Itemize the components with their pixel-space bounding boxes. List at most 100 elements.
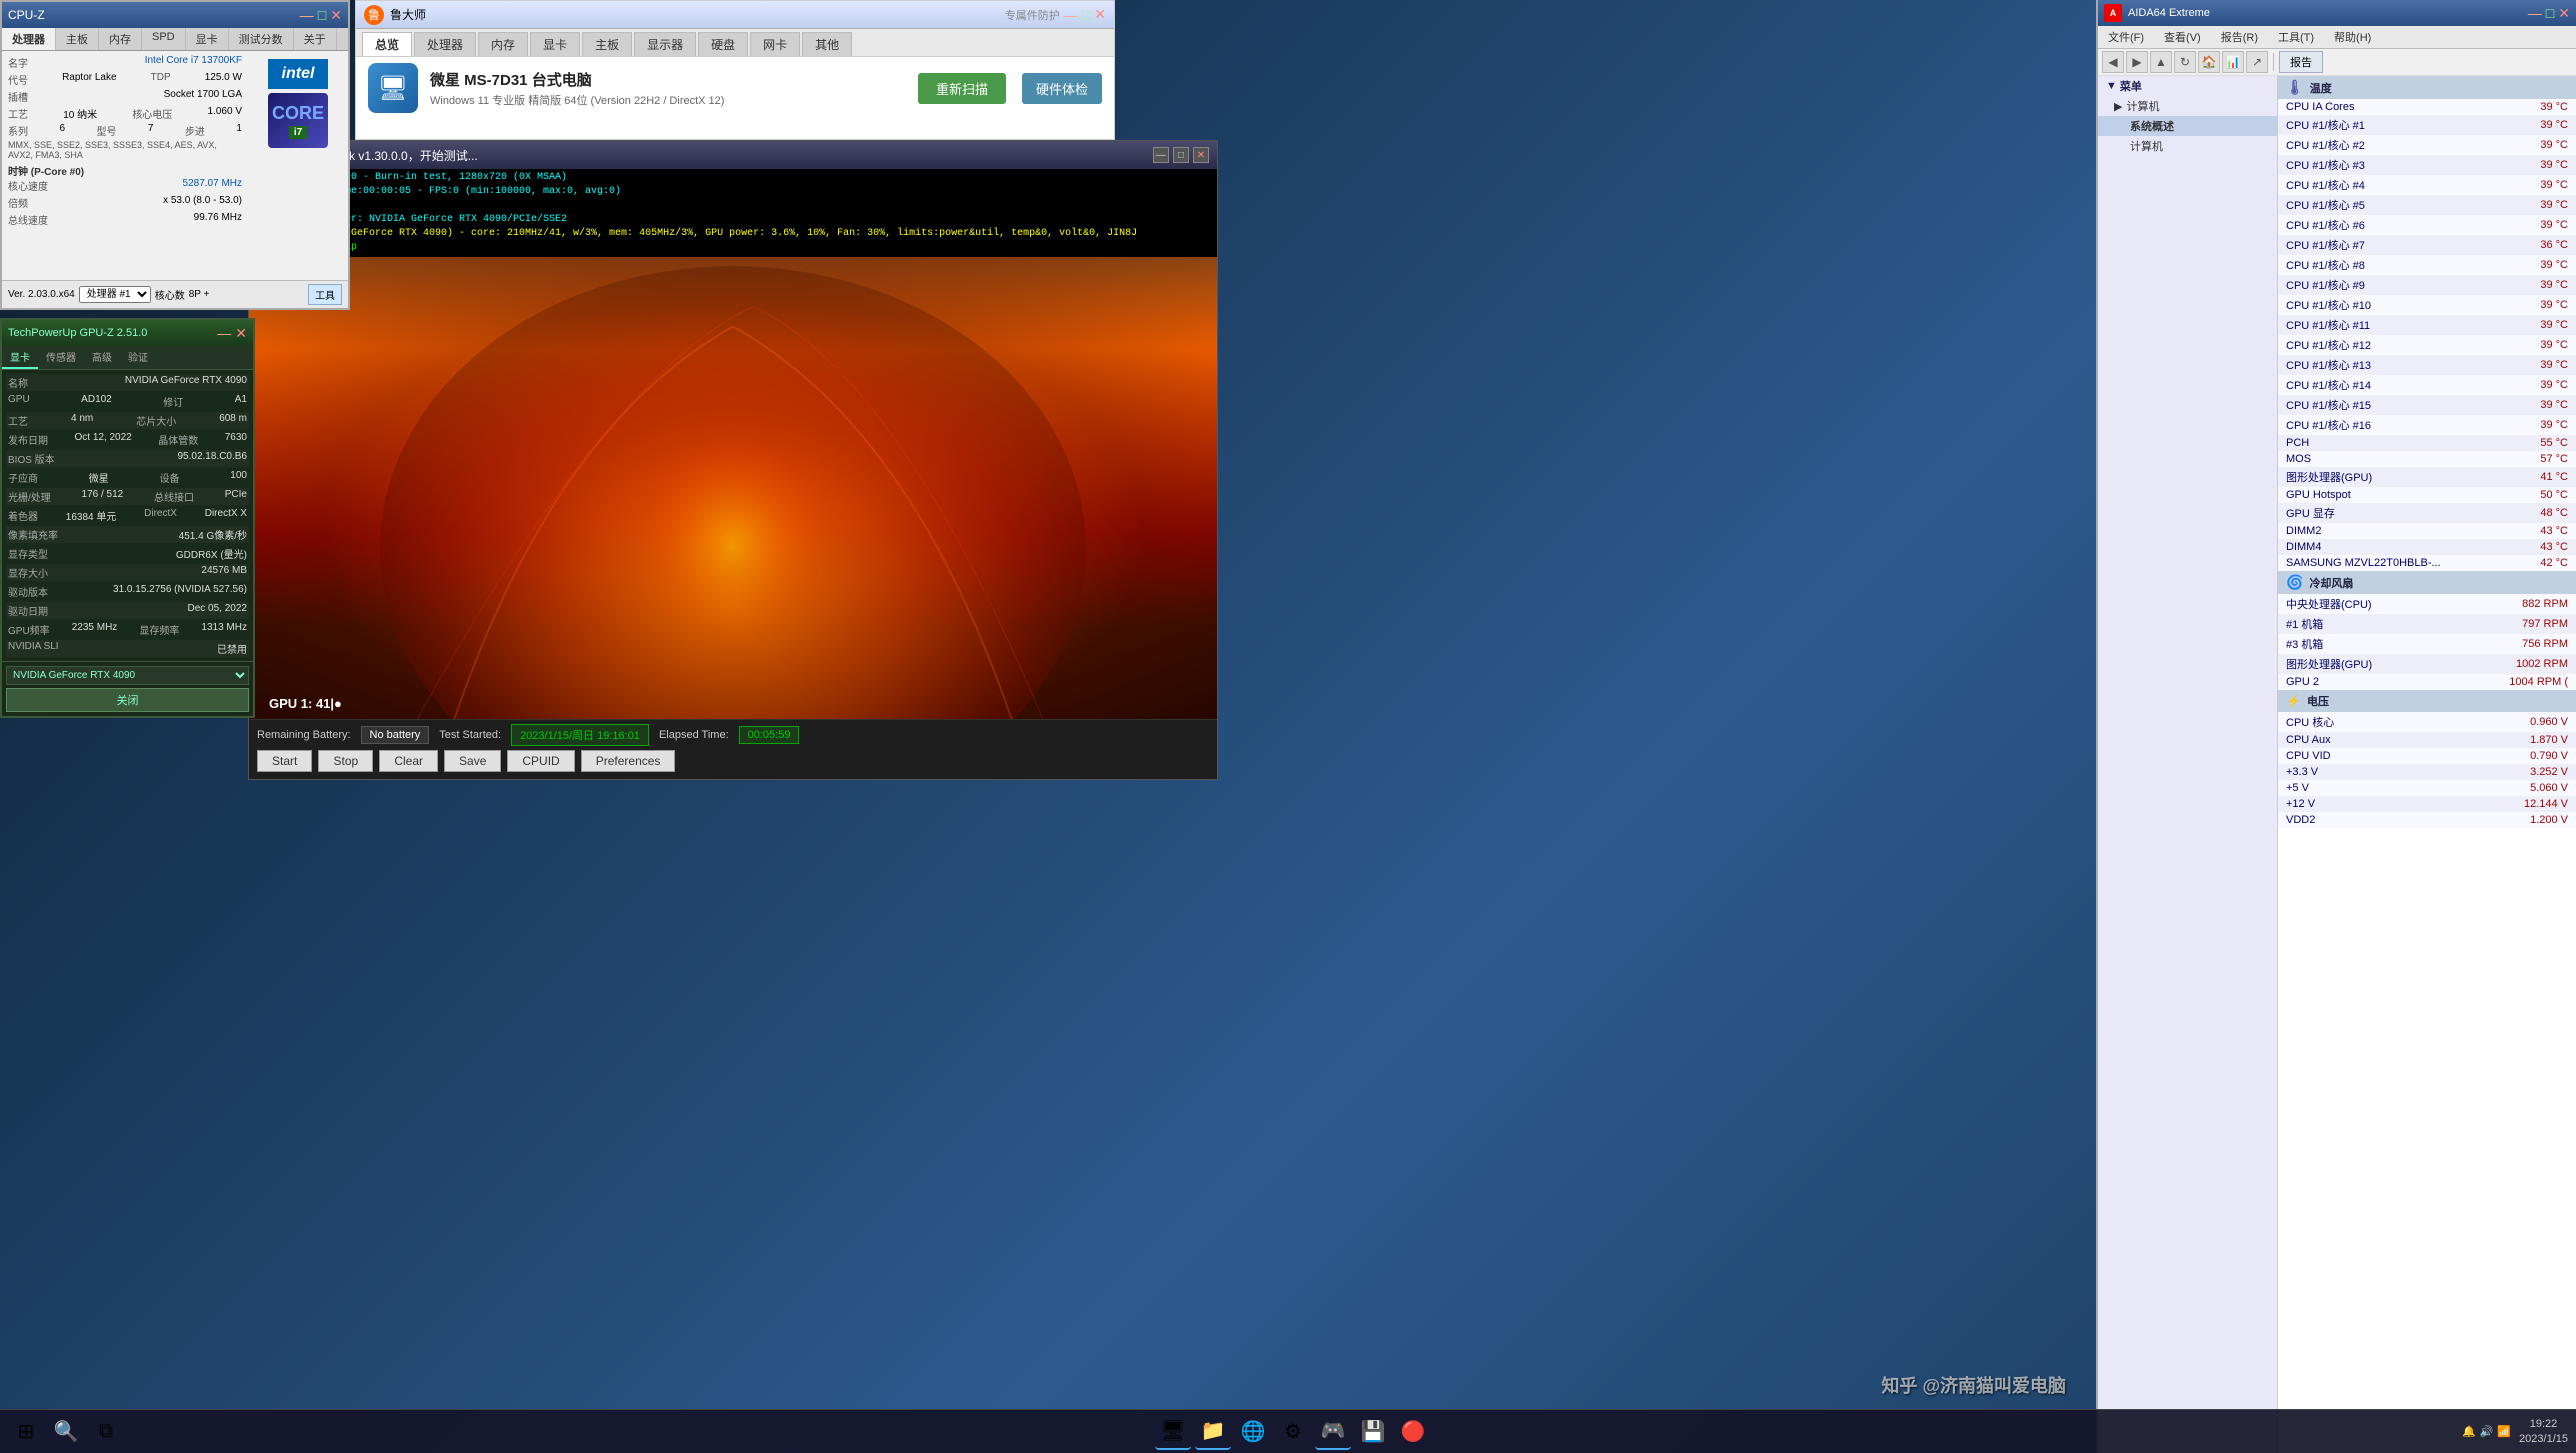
aida64-temp-label: SAMSUNG MZVL22T0HBLB-...	[2278, 555, 2515, 571]
aida64-sidebar-sysoverview[interactable]: 系统概述	[2098, 116, 2277, 136]
lumaster-window: 鲁 鲁大师 专属件防护 — □ ✕ 总览 处理器 内存 显卡 主板 显示器 硬盘…	[355, 0, 1115, 140]
lumaster-tab-cpu[interactable]: 处理器	[414, 32, 476, 56]
gpuz-close-btn[interactable]: ✕	[235, 325, 247, 342]
cpuz-busspeed-label: 总线速度	[8, 212, 48, 227]
gpuz-release-label: 发布日期	[8, 432, 48, 447]
aida64-menu-help[interactable]: 帮助(H)	[2324, 26, 2381, 48]
gpuz-tab-validate[interactable]: 验证	[120, 346, 156, 369]
cpuz-corecount-label: 核心数	[155, 287, 185, 302]
cpuz-tab-about[interactable]: 关于	[294, 28, 337, 50]
cpuz-tab-spd[interactable]: SPD	[142, 28, 186, 50]
taskbar-app-desktop[interactable]: 🖥	[1155, 1414, 1191, 1450]
aida64-home-btn[interactable]: 🏠	[2198, 51, 2220, 73]
lumaster-logo-icon: 鲁	[364, 5, 384, 25]
taskbar-app-game[interactable]: 🎮	[1315, 1414, 1351, 1450]
furmark-start-button[interactable]: Start	[257, 750, 312, 772]
taskbar-clock[interactable]: 19:22 2023/1/15	[2519, 1417, 2568, 1446]
aida64-export-btn[interactable]: ↗	[2246, 51, 2268, 73]
aida64-sidebar-computer[interactable]: ▶ 计算机	[2098, 96, 2277, 116]
aida64-voltage-value: 5.060 V	[2432, 780, 2576, 796]
taskbar-start-button[interactable]: ⊞	[8, 1414, 44, 1450]
aida64-menu-file[interactable]: 文件(F)	[2098, 26, 2154, 48]
gpuz-directx-label: DirectX	[144, 508, 177, 523]
lumaster-rescan-button[interactable]: 重新扫描	[918, 73, 1006, 104]
lumaster-tab-storage[interactable]: 硬盘	[698, 32, 748, 56]
gpuz-tab-advanced[interactable]: 高级	[84, 346, 120, 369]
lumaster-close-btn[interactable]: ✕	[1094, 6, 1106, 23]
aida64-minimize-btn[interactable]: —	[2528, 5, 2542, 22]
cpuz-close-btn[interactable]: ✕	[330, 7, 342, 24]
aida64-refresh-btn[interactable]: ↻	[2174, 51, 2196, 73]
aida64-temp-value: 39 °C	[2515, 195, 2576, 215]
cpuz-tools-button[interactable]: 工具	[308, 284, 342, 305]
gpuz-tab-card[interactable]: 显卡	[2, 346, 38, 369]
taskbar-app-explorer[interactable]: 📁	[1195, 1414, 1231, 1450]
gpuz-gpu-selector[interactable]: NVIDIA GeForce RTX 4090	[6, 666, 249, 685]
aida64-report-button[interactable]: 报告	[2279, 51, 2323, 73]
taskbar-notification-icon[interactable]: 🔔	[2462, 1425, 2476, 1438]
aida64-sidebar-computer-item[interactable]: 计算机	[2098, 136, 2277, 156]
furmark-close-btn[interactable]: ✕	[1193, 147, 1209, 163]
cpuz-busspeed-value: 99.76 MHz	[194, 212, 242, 227]
cpuz-tab-graphics[interactable]: 显卡	[186, 28, 229, 50]
taskbar-app-terminal[interactable]: ⚙	[1275, 1414, 1311, 1450]
aida64-menu-tools[interactable]: 工具(T)	[2268, 26, 2324, 48]
aida64-chart-btn[interactable]: 📊	[2222, 51, 2244, 73]
cpuz-tab-processor[interactable]: 处理器	[2, 28, 56, 50]
lumaster-minimize-btn[interactable]: —	[1064, 7, 1078, 23]
gpuz-gpu-value: AD102	[81, 394, 112, 409]
cpuz-tab-bench[interactable]: 测试分数	[229, 28, 294, 50]
lumaster-tab-motherboard[interactable]: 主板	[582, 32, 632, 56]
cpuz-maximize-btn[interactable]: □	[318, 7, 326, 24]
cpuz-window: CPU-Z — □ ✕ 处理器 主板 内存 SPD 显卡 测试分数 关于 名字 …	[0, 0, 350, 310]
taskbar-search-button[interactable]: 🔍	[48, 1414, 84, 1450]
lumaster-tab-memory[interactable]: 内存	[478, 32, 528, 56]
cpuz-tab-memory[interactable]: 内存	[99, 28, 142, 50]
lumaster-maximize-btn[interactable]: □	[1082, 7, 1090, 23]
furmark-cpuid-button[interactable]: CPUID	[507, 750, 574, 772]
taskbar-volume-icon[interactable]: 🔊	[2480, 1425, 2494, 1438]
cpuz-content: 名字 Intel Core i7 13700KF 代号 Raptor Lake …	[2, 51, 348, 280]
lumaster-check-button[interactable]: 硬件体检	[1022, 73, 1102, 104]
aida64-up-btn[interactable]: ▲	[2150, 51, 2172, 73]
furmark-bottom-bar: Remaining Battery: No battery Test Start…	[249, 719, 1217, 779]
furmark-preferences-button[interactable]: Preferences	[581, 750, 676, 772]
lumaster-tab-overview[interactable]: 总览	[362, 32, 412, 56]
taskbar-app-red[interactable]: 🔴	[1395, 1414, 1431, 1450]
aida64-maximize-btn[interactable]: □	[2546, 5, 2554, 22]
aida64-voltage-row: CPU 核心0.960 V	[2278, 712, 2576, 732]
cpuz-tab-mainboard[interactable]: 主板	[56, 28, 99, 50]
aida64-menu-view[interactable]: 查看(V)	[2154, 26, 2211, 48]
gpuz-tab-sensors[interactable]: 传感器	[38, 346, 84, 369]
lumaster-tab-other[interactable]: 其他	[802, 32, 852, 56]
furmark-info-line-5: > CPU 1 (NVIDIA GeForce RTX 4090) - core…	[255, 227, 1211, 241]
aida64-temp-row: CPU #1/核心 #1039 °C	[2278, 295, 2576, 315]
gpuz-shaders-value: 16384 单元	[66, 508, 117, 523]
lumaster-tab-gpu[interactable]: 显卡	[530, 32, 580, 56]
taskbar-app-storage[interactable]: 💾	[1355, 1414, 1391, 1450]
furmark-minimize-btn[interactable]: —	[1153, 147, 1169, 163]
taskbar-network-icon[interactable]: 📶	[2497, 1425, 2511, 1438]
taskbar-taskview-button[interactable]: ⧉	[88, 1414, 124, 1450]
furmark-maximize-btn[interactable]: □	[1173, 147, 1189, 163]
furmark-save-button[interactable]: Save	[444, 750, 501, 772]
taskbar-app-browser[interactable]: 🌐	[1235, 1414, 1271, 1450]
aida64-close-btn[interactable]: ✕	[2558, 5, 2570, 22]
aida64-menu-report[interactable]: 报告(R)	[2211, 26, 2268, 48]
gpuz-close-button[interactable]: 关闭	[6, 688, 249, 712]
cpuz-minimize-btn[interactable]: —	[300, 7, 314, 24]
aida64-temp-value: 42 °C	[2515, 555, 2576, 571]
lumaster-tab-display[interactable]: 显示器	[634, 32, 696, 56]
cpuz-processor-selector[interactable]: 处理器 #1	[79, 286, 151, 303]
furmark-render-canvas: GPU 1: 41|●	[249, 257, 1217, 719]
aida64-back-btn[interactable]: ◀	[2102, 51, 2124, 73]
lumaster-tab-network[interactable]: 网卡	[750, 32, 800, 56]
gpuz-title: TechPowerUp GPU-Z 2.51.0	[8, 327, 147, 339]
furmark-stop-button[interactable]: Stop	[318, 750, 373, 772]
furmark-clear-button[interactable]: Clear	[379, 750, 438, 772]
gpuz-minimize-btn[interactable]: —	[217, 325, 231, 342]
cpuz-corespeed-value: 5287.07 MHz	[183, 178, 242, 193]
aida64-temp-value: 43 °C	[2515, 539, 2576, 555]
furmark-test-start-time: 2023/1/15/周日 19:16:01	[511, 724, 649, 746]
aida64-forward-btn[interactable]: ▶	[2126, 51, 2148, 73]
